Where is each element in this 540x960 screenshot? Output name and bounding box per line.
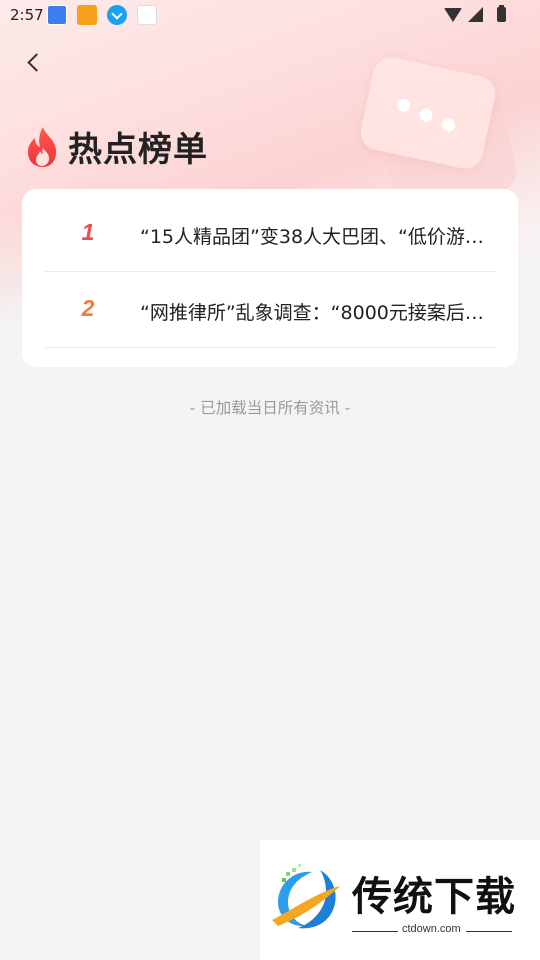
app-notification-icon bbox=[77, 5, 97, 25]
list-item[interactable]: 2 “网推律所”乱象调查：“8000元接案后… bbox=[44, 271, 496, 348]
watermark-url: ctdown.com bbox=[402, 923, 461, 935]
chat-bubble-front bbox=[357, 54, 499, 172]
notification-icons bbox=[47, 5, 157, 25]
bubble-dot bbox=[418, 107, 434, 123]
status-time: 2:57 bbox=[10, 6, 44, 24]
bubble-dot bbox=[440, 117, 457, 133]
screen: 2:57 热点榜单 1 “15人精品团”变38人大巴团、“低价游… 2 “网推律… bbox=[0, 0, 540, 960]
wifi-icon bbox=[444, 7, 462, 22]
fire-icon bbox=[28, 126, 57, 167]
divider bbox=[466, 931, 512, 932]
headline: “15人精品团”变38人大巴团、“低价游… bbox=[140, 226, 484, 248]
bubble-dot bbox=[395, 97, 412, 113]
watermark: 传统下载 ctdown.com bbox=[260, 840, 540, 960]
back-button[interactable] bbox=[20, 48, 50, 78]
battery-icon bbox=[497, 5, 506, 22]
signal-icon bbox=[468, 7, 483, 22]
page-title: 热点榜单 bbox=[68, 130, 208, 170]
page-title-row: 热点榜单 bbox=[24, 122, 208, 171]
system-icons bbox=[444, 5, 506, 22]
chat-bubble-icon bbox=[357, 54, 520, 212]
brand-logo-icon bbox=[272, 864, 340, 929]
back-arrow-icon bbox=[27, 53, 46, 72]
app-notification-icon bbox=[137, 5, 157, 25]
headline: “网推律所”乱象调查：“8000元接案后… bbox=[140, 302, 484, 324]
hot-list-card: 1 “15人精品团”变38人大巴团、“低价游… 2 “网推律所”乱象调查：“80… bbox=[22, 189, 518, 367]
divider bbox=[352, 931, 398, 932]
end-of-list-note: - 已加载当日所有资讯 - bbox=[189, 399, 351, 417]
status-bar: 2:57 bbox=[0, 0, 540, 32]
watermark-brand: 传统下载 bbox=[352, 874, 516, 920]
download-notification-icon bbox=[107, 5, 127, 25]
list-item[interactable]: 1 “15人精品团”变38人大巴团、“低价游… bbox=[44, 195, 496, 272]
app-notification-icon bbox=[47, 5, 67, 25]
rank-number: 1 bbox=[81, 219, 95, 245]
rank-number: 2 bbox=[81, 295, 95, 321]
